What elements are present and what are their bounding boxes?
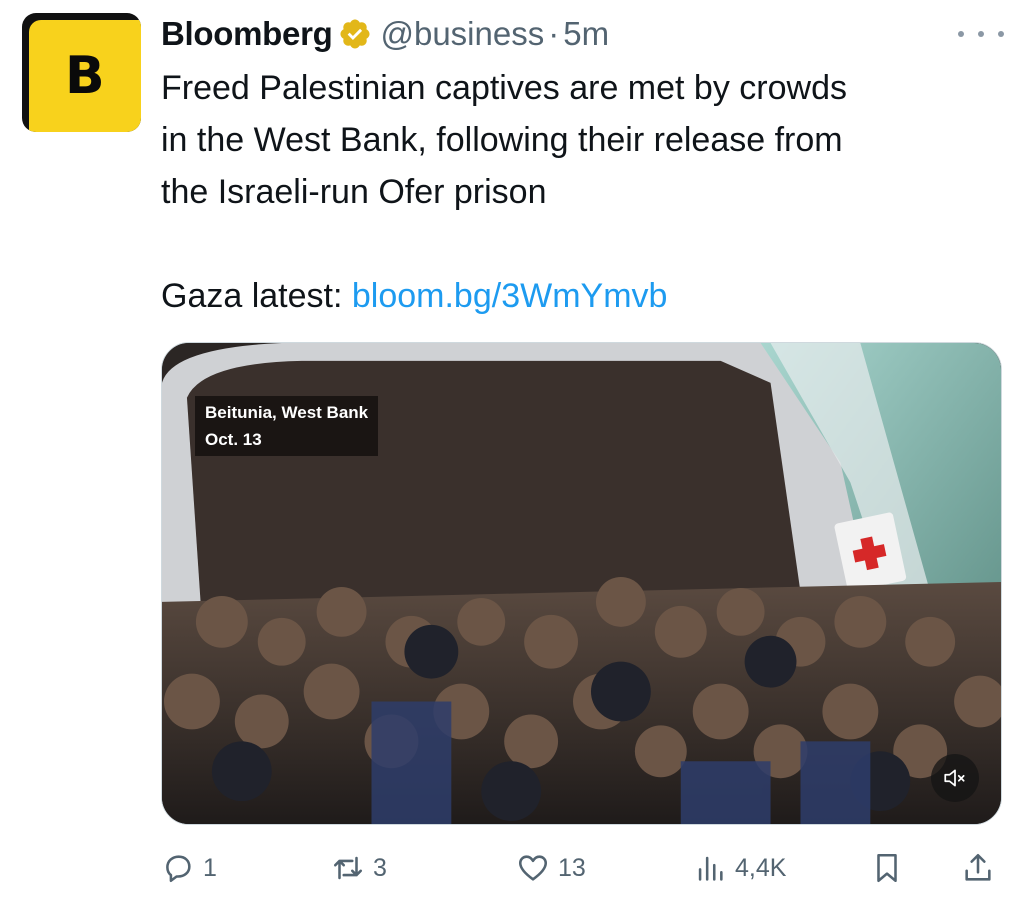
tweet-header: Bloomberg @business · 5m xyxy=(161,12,609,56)
latest-label: Gaza latest: xyxy=(161,277,343,315)
reply-count: 1 xyxy=(203,853,217,882)
share-button[interactable] xyxy=(961,840,1003,896)
avatar-letter: B xyxy=(65,46,105,106)
verified-badge-icon[interactable] xyxy=(338,17,372,51)
repost-icon xyxy=(333,856,363,880)
video-player[interactable]: Beitunia, West Bank Oct. 13 xyxy=(161,342,1002,825)
caption-location: Beitunia, West Bank xyxy=(205,403,369,422)
bookmark-button[interactable] xyxy=(870,840,912,896)
tweet-text-line: in the West Bank, following their releas… xyxy=(161,121,843,159)
gaza-latest-line: Gaza latest: bloom.bg/3WmYmvb xyxy=(161,270,667,322)
repost-count: 3 xyxy=(373,853,387,882)
speaker-muted-icon[interactable] xyxy=(931,754,979,802)
tweet-text-line: the Israeli-run Ofer prison xyxy=(161,173,547,211)
reply-icon xyxy=(166,855,191,883)
author-name[interactable]: Bloomberg xyxy=(161,15,333,53)
views-button[interactable]: 4,4K xyxy=(693,840,786,896)
tweet-text: Freed Palestinian captives are met by cr… xyxy=(161,62,1001,218)
action-bar: 1 3 13 4,4K xyxy=(161,840,1002,896)
avatar[interactable]: B xyxy=(22,13,141,132)
author-handle[interactable]: @business xyxy=(380,15,544,53)
separator-dot: · xyxy=(548,15,560,52)
tweet-text-line: Freed Palestinian captives are met by cr… xyxy=(161,69,847,107)
views-count: 4,4K xyxy=(735,853,787,882)
like-button[interactable]: 13 xyxy=(516,840,586,896)
like-count: 13 xyxy=(558,853,586,882)
reply-button[interactable]: 1 xyxy=(161,840,217,896)
caption-date: Oct. 13 xyxy=(205,430,262,449)
like-icon xyxy=(518,855,548,881)
bookmark-icon xyxy=(877,853,897,883)
video-caption: Beitunia, West Bank Oct. 13 xyxy=(195,396,379,456)
repost-button[interactable]: 3 xyxy=(331,840,387,896)
timestamp[interactable]: 5m xyxy=(563,15,609,53)
views-icon xyxy=(698,856,723,881)
more-icon[interactable] xyxy=(958,22,1004,46)
tweet-link[interactable]: bloom.bg/3WmYmvb xyxy=(352,277,668,315)
share-icon xyxy=(965,853,991,881)
